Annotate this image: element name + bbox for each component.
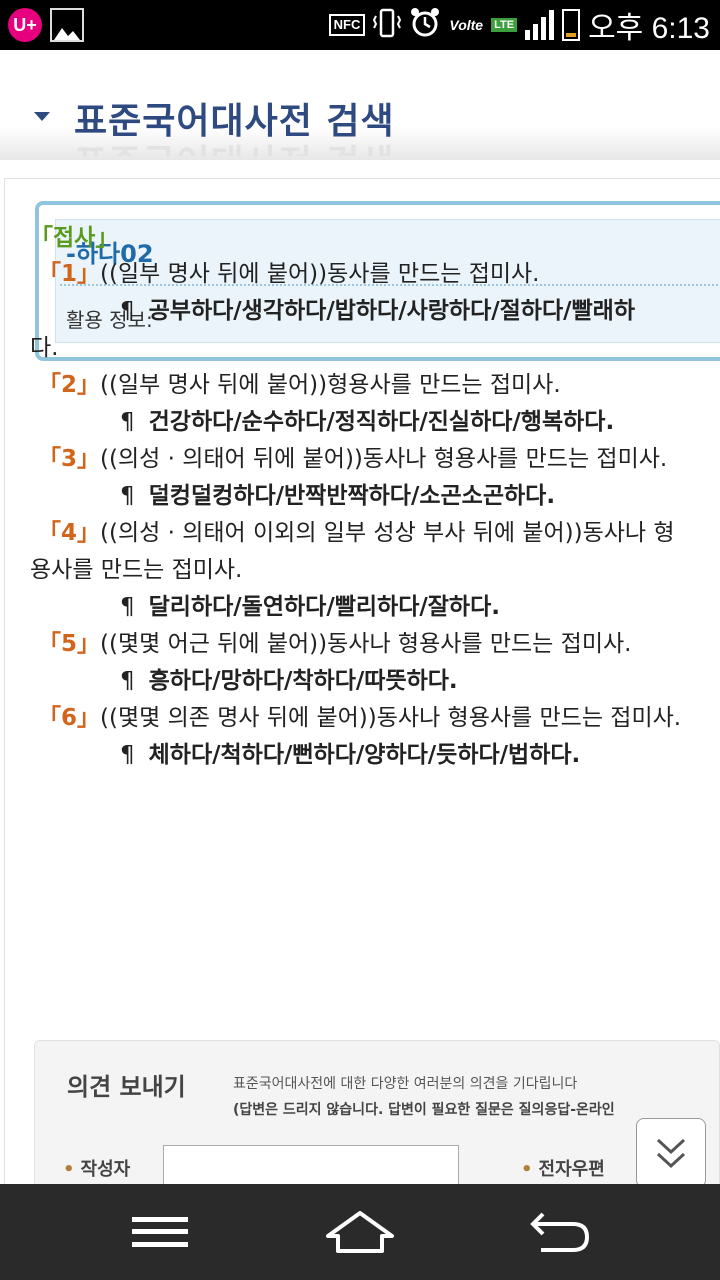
example-4: ¶ 달리하다/돌연하다/빨리하다/잘하다. xyxy=(38,589,720,626)
definition-number: 「5」 xyxy=(38,631,101,657)
definition-4-continued: 용사를 만드는 접미사. xyxy=(30,552,720,589)
back-icon xyxy=(530,1212,590,1252)
nfc-icon: NFC xyxy=(328,14,366,36)
definition-number: 「6」 xyxy=(38,705,101,731)
home-icon xyxy=(326,1211,394,1253)
example-mark: ¶ xyxy=(120,742,135,768)
volte-icon: Volte xyxy=(449,17,484,33)
feedback-panel: 의견 보내기 표준국어대사전에 대한 다양한 여러분의 의견을 기다립니다 (답… xyxy=(34,1040,720,1191)
example-mark: ¶ xyxy=(120,594,135,620)
battery-icon xyxy=(562,9,581,41)
example-text: 체하다/척하다/뻔하다/양하다/듯하다/법하다. xyxy=(148,742,581,768)
status-clock: 오후 6:13 xyxy=(588,12,710,45)
back-button[interactable] xyxy=(520,1202,600,1262)
definition-1: 「1」((일부 명사 뒤에 붙어))동사를 만드는 접미사. xyxy=(38,256,720,293)
example-5: ¶ 흥하다/망하다/착하다/따뜻하다. xyxy=(38,663,720,700)
example-text: 건강하다/순수하다/정직하다/진실하다/행복하다. xyxy=(148,409,615,435)
definition-2: 「2」((일부 명사 뒤에 붙어))형용사를 만드는 접미사. xyxy=(38,367,720,404)
status-bar: U+ NFC Volte LTE 오후 6:13 xyxy=(0,0,720,50)
example-text-continued: 다. xyxy=(30,335,59,361)
definition-number: 「3」 xyxy=(38,446,101,472)
example-text: 덜컹덜컹하다/반짝반짝하다/소곤소곤하다. xyxy=(148,483,556,509)
example-text: 공부하다/생각하다/밥하다/사랑하다/절하다/빨래하 xyxy=(148,298,636,324)
example-text: 달리하다/돌연하다/빨리하다/잘하다. xyxy=(148,594,500,620)
menu-icon xyxy=(132,1217,188,1247)
alarm-icon xyxy=(409,7,441,44)
feedback-description: 표준국어대사전에 대한 다양한 여러분의 의견을 기다립니다 xyxy=(233,1076,578,1092)
part-of-speech: 「접사」 xyxy=(30,225,119,251)
definition-number: 「2」 xyxy=(38,372,101,398)
definition-text: ((일부 명사 뒤에 붙어))형용사를 만드는 접미사. xyxy=(100,372,561,398)
double-chevron-down-icon xyxy=(656,1138,686,1169)
definition-number: 「1」 xyxy=(38,261,101,287)
lte-icon: LTE xyxy=(491,18,518,32)
example-3: ¶ 덜컹덜컹하다/반짝반짝하다/소곤소곤하다. xyxy=(38,478,720,515)
example-6: ¶ 체하다/척하다/뻔하다/양하다/듯하다/법하다. xyxy=(38,737,720,774)
definition-3: 「3」((의성 · 의태어 뒤에 붙어))동사나 형용사를 만드는 접미사. xyxy=(38,441,720,478)
example-2: ¶ 건강하다/순수하다/정직하다/진실하다/행복하다. xyxy=(38,404,720,441)
definition-text: ((일부 명사 뒤에 붙어))동사를 만드는 접미사. xyxy=(100,261,540,287)
definition-number: 「4」 xyxy=(38,520,101,546)
collapse-triangle-icon[interactable] xyxy=(34,112,50,121)
signal-icon xyxy=(525,10,555,40)
definition-text: ((의성 · 의태어 이외의 일부 성상 부사 뒤에 붙어))동사나 형 xyxy=(100,520,675,546)
definition-5: 「5」((몇몇 어근 뒤에 붙어))동사나 형용사를 만드는 접미사. xyxy=(38,626,720,663)
definition-4: 「4」((의성 · 의태어 이외의 일부 성상 부사 뒤에 붙어))동사나 형 xyxy=(38,515,720,552)
example-mark: ¶ xyxy=(120,668,135,694)
example-mark: ¶ xyxy=(120,409,135,435)
definition-text-continued: 용사를 만드는 접미사. xyxy=(30,557,243,583)
example-mark: ¶ xyxy=(120,298,135,324)
vibrate-icon xyxy=(373,8,402,43)
lg-uplus-icon: U+ xyxy=(8,8,42,42)
feedback-note: (답변은 드리지 않습니다. 답변이 필요한 질문은 질의응답-온라인 xyxy=(233,1102,615,1118)
example-1-continued: 다. xyxy=(30,330,720,367)
email-label: • 전자우편 xyxy=(521,1159,605,1180)
menu-button[interactable] xyxy=(120,1202,200,1262)
definition-text: ((몇몇 의존 명사 뒤에 붙어))동사나 형용사를 만드는 접미사. xyxy=(100,705,682,731)
android-nav-bar xyxy=(0,1184,720,1280)
page-header: 표준국어대사전 검색 표준국어대사전 검색 xyxy=(0,50,720,160)
feedback-title: 의견 보내기 xyxy=(67,1073,186,1101)
example-text: 흥하다/망하다/착하다/따뜻하다. xyxy=(148,668,458,694)
home-button[interactable] xyxy=(320,1202,400,1262)
example-1: ¶ 공부하다/생각하다/밥하다/사랑하다/절하다/빨래하 xyxy=(38,293,720,330)
author-label: • 작성자 xyxy=(63,1159,131,1180)
definition-text: ((몇몇 어근 뒤에 붙어))동사나 형용사를 만드는 접미사. xyxy=(100,631,632,657)
definition-6: 「6」((몇몇 의존 명사 뒤에 붙어))동사나 형용사를 만드는 접미사. xyxy=(38,700,720,737)
definition-text: ((의성 · 의태어 뒤에 붙어))동사나 형용사를 만드는 접미사. xyxy=(100,446,668,472)
scroll-down-button[interactable] xyxy=(636,1118,706,1188)
gallery-icon xyxy=(50,8,84,42)
example-mark: ¶ xyxy=(120,483,135,509)
page-title-reflection: 표준국어대사전 검색 xyxy=(74,134,395,156)
definition-list: 「1」((일부 명사 뒤에 붙어))동사를 만드는 접미사. ¶ 공부하다/생각하… xyxy=(30,256,720,774)
